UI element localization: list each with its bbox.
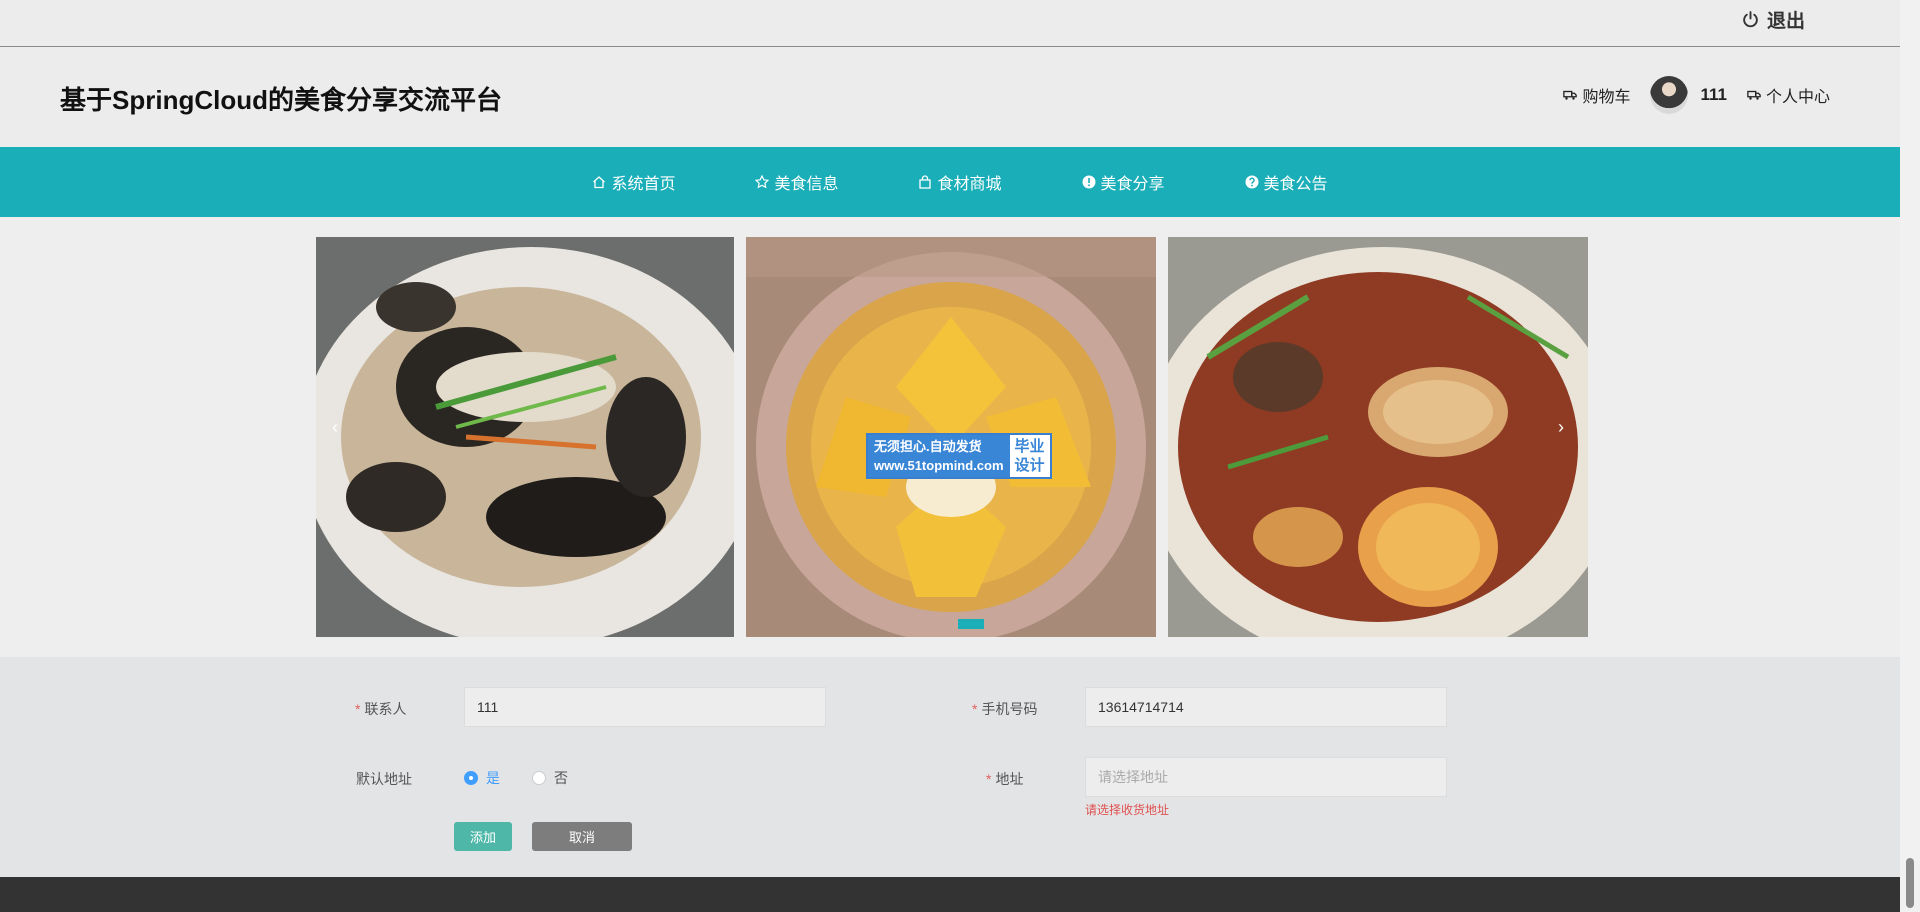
address-select[interactable]: [1085, 757, 1447, 797]
avatar[interactable]: [1650, 76, 1689, 114]
food-image: [1168, 237, 1588, 637]
nav-label: 美食分享: [1100, 176, 1165, 193]
contact-label: * 联系人: [355, 701, 407, 717]
nav-label: 美食信息: [774, 176, 839, 193]
watermark-badge: 无须担心.自动发货 www.51topmind.com 毕业 设计: [866, 433, 1052, 479]
default-yes-radio[interactable]: 是: [464, 768, 500, 788]
carousel-indicator[interactable]: [958, 619, 984, 629]
watermark-badge2: 设计: [1014, 457, 1045, 474]
cart-label: 购物车: [1582, 89, 1631, 106]
home-icon: [593, 176, 606, 189]
default-no-radio[interactable]: 否: [532, 768, 568, 788]
cart-link[interactable]: 购物车: [1563, 83, 1630, 107]
profile-link[interactable]: 个人中心: [1747, 83, 1830, 107]
footer: [0, 877, 1900, 912]
power-icon: [1743, 11, 1758, 28]
add-button[interactable]: 添加: [454, 822, 512, 851]
logout-button[interactable]: 退出: [1742, 6, 1805, 33]
nav-label: 美食公告: [1263, 176, 1328, 193]
page-scrollbar[interactable]: [1900, 0, 1920, 912]
carousel-next-arrow[interactable]: ›: [1558, 417, 1564, 438]
nav-item-food-info[interactable]: 美食信息: [755, 170, 838, 194]
top-bar: 退出: [0, 0, 1900, 47]
question-icon: [1245, 175, 1259, 189]
scrollbar-thumb[interactable]: [1906, 858, 1914, 908]
watermark-line1: 无须担心.自动发货: [874, 439, 982, 454]
contact-input[interactable]: [464, 687, 826, 727]
radio-unchecked-icon: [532, 771, 546, 785]
header: 基于SpringCloud的美食分享交流平台 购物车 111 个人中心: [0, 48, 1900, 146]
address-form: *联系人 *手机号码 默认地址 是 否 *地址 请选择收货地址 添加 取消: [0, 657, 1900, 877]
radio-no-label: 否: [554, 770, 568, 786]
banner-carousel: ‹ › 无须担心.自动发货 www.51topmind.com 毕业 设计: [0, 217, 1900, 657]
watermark-badge1: 毕业: [1014, 438, 1045, 455]
banner-slide-fish[interactable]: [316, 237, 734, 637]
phone-label: * 手机号码: [972, 701, 1038, 717]
main-nav: 系统首页 美食信息 食材商城 美食分享 美食公告: [0, 147, 1900, 217]
nav-label: 系统首页: [611, 176, 676, 193]
truck-icon: [1563, 90, 1578, 100]
bag-icon: [919, 175, 932, 189]
radio-yes-label: 是: [486, 770, 500, 786]
carousel-prev-arrow[interactable]: ‹: [332, 417, 338, 438]
nav-item-ingredient-mall[interactable]: 食材商城: [918, 170, 1002, 194]
profile-label: 个人中心: [1765, 89, 1830, 106]
username: 111: [1700, 85, 1727, 104]
user-menu[interactable]: 111: [1650, 76, 1727, 114]
site-title: 基于SpringCloud的美食分享交流平台: [60, 85, 502, 115]
star-icon: [755, 175, 770, 189]
nav-item-home[interactable]: 系统首页: [592, 170, 675, 194]
phone-input[interactable]: [1085, 687, 1447, 727]
banner-slide-shellfish[interactable]: [1168, 237, 1588, 637]
address-error: 请选择收货地址: [1085, 803, 1170, 817]
nav-item-food-notice[interactable]: 美食公告: [1245, 170, 1328, 194]
nav-label: 食材商城: [937, 176, 1002, 193]
info-icon: [1082, 175, 1095, 189]
logout-label: 退出: [1766, 11, 1805, 32]
default-address-label: 默认地址: [356, 771, 412, 787]
nav-item-food-share[interactable]: 美食分享: [1082, 170, 1165, 194]
header-links: 购物车 111 个人中心: [1563, 76, 1830, 114]
truck-icon: [1747, 90, 1761, 100]
watermark-badge-text: 毕业 设计: [1010, 435, 1050, 477]
food-image: [316, 237, 734, 637]
watermark-text: 无须担心.自动发货 www.51topmind.com: [868, 435, 1010, 477]
radio-checked-icon: [464, 771, 478, 785]
cancel-button[interactable]: 取消: [532, 822, 632, 851]
address-label: * 地址: [986, 771, 1024, 787]
watermark-line2: www.51topmind.com: [874, 458, 1004, 473]
